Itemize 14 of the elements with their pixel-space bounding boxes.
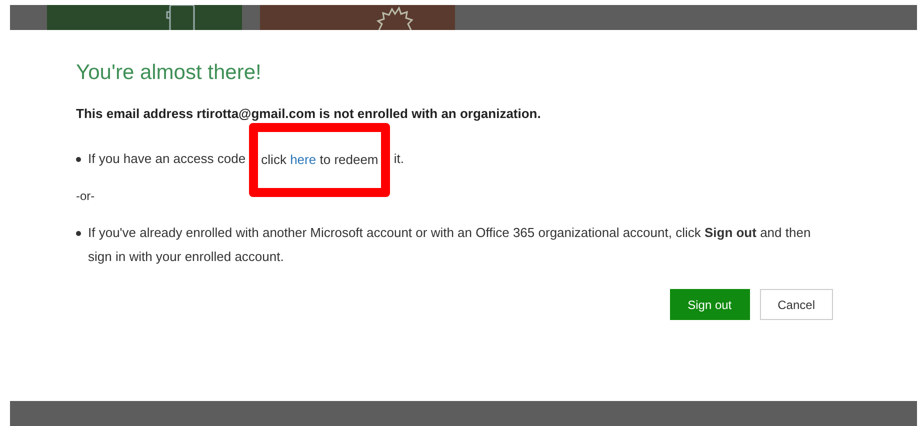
- bullet-icon: [76, 231, 81, 236]
- redeem-link[interactable]: here: [290, 152, 316, 167]
- message-text: This email address rtirotta@gmail.com is not enrolled with an organization.: [76, 106, 542, 121]
- cancel-button[interactable]: Cancel: [760, 289, 833, 320]
- instruction-text: click: [261, 152, 286, 167]
- instruction-text: it.: [394, 151, 404, 166]
- dialog-title: You're almost there!: [76, 61, 262, 85]
- instruction-text: If you've already enrolled with another Microsoft account or with an Office 365 organizational account, click Sign out and then sign in with your enrolled account.: [88, 224, 812, 266]
- instruction-text: If you have an access code: [88, 151, 246, 166]
- sign-out-button[interactable]: Sign out: [670, 289, 750, 320]
- gear-icon: [375, 5, 415, 30]
- instruction-text: to redeem: [320, 152, 378, 167]
- bullet-icon: [76, 157, 81, 162]
- separator-text: -or-: [76, 189, 96, 203]
